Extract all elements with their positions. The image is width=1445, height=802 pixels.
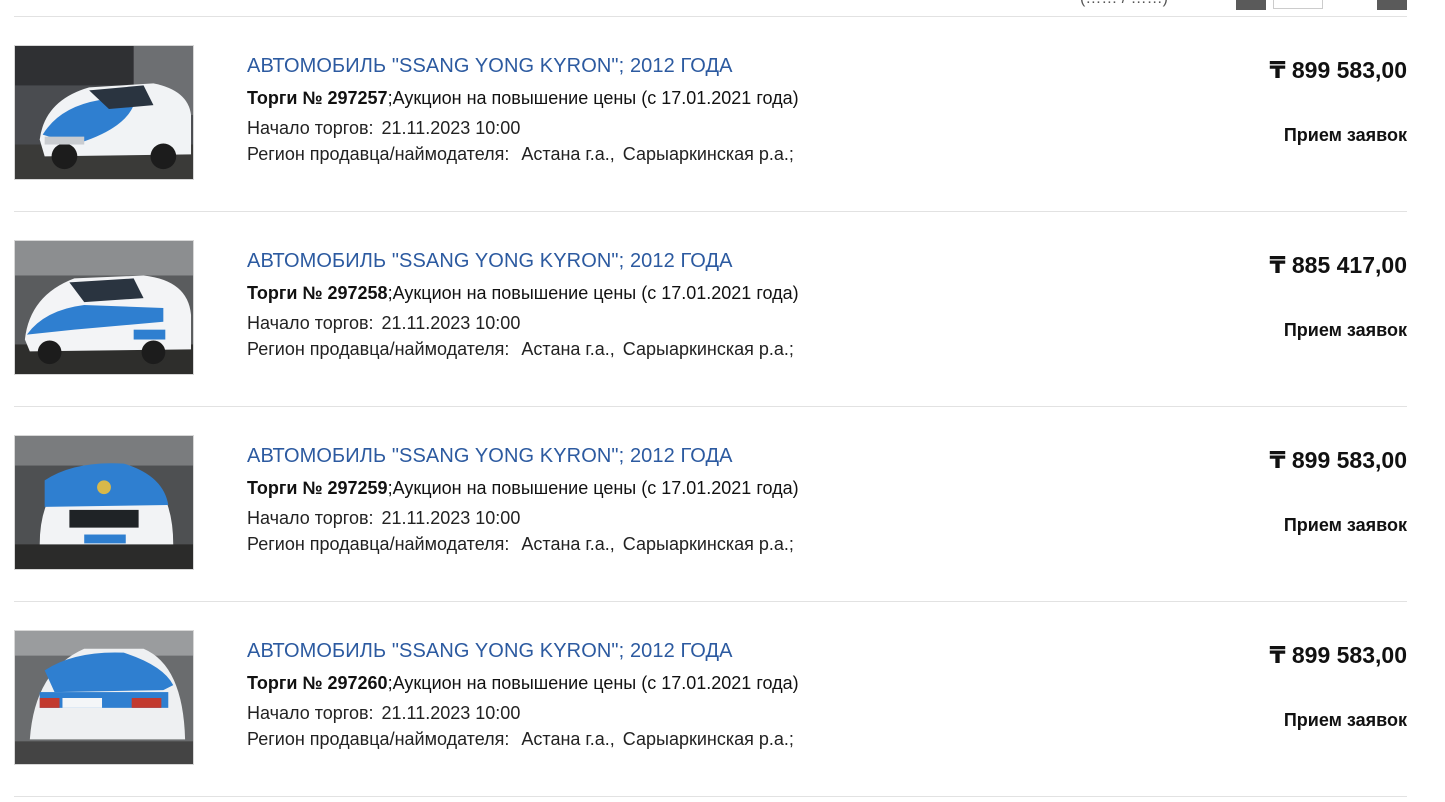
pagination-page-input[interactable]: [1273, 0, 1323, 9]
lot-region-line: Регион продавца/наймодателя: Астана г.а.,…: [247, 339, 1147, 360]
auction-type: ;Аукцион на повышение цены (с 17.01.2021…: [387, 283, 799, 303]
lot-info: АВТОМОБИЛЬ "SSANG YONG KYRON"; 2012 ГОДА…: [247, 55, 1147, 165]
region-city: Астана г.а.,: [521, 534, 615, 554]
lot-price: ₸ 885 417,00: [1269, 252, 1407, 278]
lot-title-link[interactable]: АВТОМОБИЛЬ "SSANG YONG KYRON"; 2012 ГОДА: [247, 640, 733, 663]
region-label: Регион продавца/наймодателя:: [247, 729, 510, 749]
auction-prefix: Торги №: [247, 673, 323, 693]
auction-type: ;Аукцион на повышение цены (с 17.01.2021…: [387, 478, 799, 498]
lot-start-line: Начало торгов: 21.11.2023 10:00: [247, 118, 1147, 139]
lot-price: ₸ 899 583,00: [1269, 57, 1407, 83]
lot-region-line: Регион продавца/наймодателя: Астана г.а.,…: [247, 729, 1147, 750]
car-photo-icon[interactable]: [14, 630, 194, 765]
lot-status: Прием заявок: [1283, 515, 1407, 535]
start-label: Начало торгов:: [247, 118, 374, 138]
lot-item: АВТОМОБИЛЬ "SSANG YONG KYRON"; 2012 ГОДА…: [14, 212, 1407, 407]
start-datetime: 21.11.2023 10:00: [381, 313, 521, 333]
lot-title-link[interactable]: АВТОМОБИЛЬ "SSANG YONG KYRON"; 2012 ГОДА: [247, 55, 733, 78]
auction-number: 297257: [327, 88, 388, 108]
lot-price: ₸ 899 583,00: [1269, 447, 1407, 473]
auction-number: 297260: [327, 673, 388, 693]
auction-prefix: Торги №: [247, 88, 323, 108]
region-district: Сарыаркинская р.а.;: [622, 729, 794, 749]
lot-auction-line: Торги № 297258;Аукцион на повышение цены…: [247, 283, 1147, 304]
car-photo-icon[interactable]: [14, 240, 194, 375]
auction-number: 297259: [327, 478, 388, 498]
lot-title-link[interactable]: АВТОМОБИЛЬ "SSANG YONG KYRON"; 2012 ГОДА: [247, 445, 733, 468]
lot-auction-line: Торги № 297257;Аукцион на повышение цены…: [247, 88, 1147, 109]
auction-number: 297258: [327, 283, 388, 303]
region-label: Регион продавца/наймодателя:: [247, 144, 510, 164]
lot-item: АВТОМОБИЛЬ "SSANG YONG KYRON"; 2012 ГОДА…: [14, 17, 1407, 212]
start-datetime: 21.11.2023 10:00: [381, 703, 521, 723]
lot-start-line: Начало торгов: 21.11.2023 10:00: [247, 313, 1147, 334]
region-city: Астана г.а.,: [521, 729, 615, 749]
lot-auction-line: Торги № 297259;Аукцион на повышение цены…: [247, 478, 1147, 499]
lot-price: ₸ 899 583,00: [1269, 642, 1407, 668]
region-city: Астана г.а.,: [521, 339, 615, 359]
region-district: Сарыаркинская р.а.;: [622, 534, 794, 554]
lot-start-line: Начало торгов: 21.11.2023 10:00: [247, 703, 1147, 724]
car-photo-icon[interactable]: [14, 435, 194, 570]
start-label: Начало торгов:: [247, 508, 374, 528]
pagination-strip: (…… / ……): [0, 0, 1445, 16]
auction-type: ;Аукцион на повышение цены (с 17.01.2021…: [387, 88, 799, 108]
lot-region-line: Регион продавца/наймодателя: Астана г.а.,…: [247, 534, 1147, 555]
lot-start-line: Начало торгов: 21.11.2023 10:00: [247, 508, 1147, 529]
region-district: Сарыаркинская р.а.;: [622, 339, 794, 359]
lot-info: АВТОМОБИЛЬ "SSANG YONG KYRON"; 2012 ГОДА…: [247, 445, 1147, 555]
lot-status: Прием заявок: [1283, 710, 1407, 730]
auction-prefix: Торги №: [247, 283, 323, 303]
pagination-next-button[interactable]: [1377, 0, 1407, 10]
start-label: Начало торгов:: [247, 703, 374, 723]
start-datetime: 21.11.2023 10:00: [381, 508, 521, 528]
lot-info: АВТОМОБИЛЬ "SSANG YONG KYRON"; 2012 ГОДА…: [247, 640, 1147, 750]
region-city: Астана г.а.,: [521, 144, 615, 164]
car-photo-icon[interactable]: [14, 45, 194, 180]
lot-auction-line: Торги № 297260;Аукцион на повышение цены…: [247, 673, 1147, 694]
lot-status: Прием заявок: [1283, 320, 1407, 340]
region-label: Регион продавца/наймодателя:: [247, 339, 510, 359]
auction-type: ;Аукцион на повышение цены (с 17.01.2021…: [387, 673, 799, 693]
start-label: Начало торгов:: [247, 313, 374, 333]
pagination-info: (…… / ……): [1080, 0, 1168, 8]
region-district: Сарыаркинская р.а.;: [622, 144, 794, 164]
pagination-prev-button[interactable]: [1236, 0, 1266, 10]
auction-prefix: Торги №: [247, 478, 323, 498]
start-datetime: 21.11.2023 10:00: [381, 118, 521, 138]
lot-item: АВТОМОБИЛЬ "SSANG YONG KYRON"; 2012 ГОДА…: [14, 407, 1407, 602]
lot-list: АВТОМОБИЛЬ "SSANG YONG KYRON"; 2012 ГОДА…: [14, 17, 1407, 797]
lot-status: Прием заявок: [1283, 125, 1407, 145]
lot-item: АВТОМОБИЛЬ "SSANG YONG KYRON"; 2012 ГОДА…: [14, 602, 1407, 797]
lot-region-line: Регион продавца/наймодателя: Астана г.а.,…: [247, 144, 1147, 165]
lot-info: АВТОМОБИЛЬ "SSANG YONG KYRON"; 2012 ГОДА…: [247, 250, 1147, 360]
lot-title-link[interactable]: АВТОМОБИЛЬ "SSANG YONG KYRON"; 2012 ГОДА: [247, 250, 733, 273]
region-label: Регион продавца/наймодателя:: [247, 534, 510, 554]
